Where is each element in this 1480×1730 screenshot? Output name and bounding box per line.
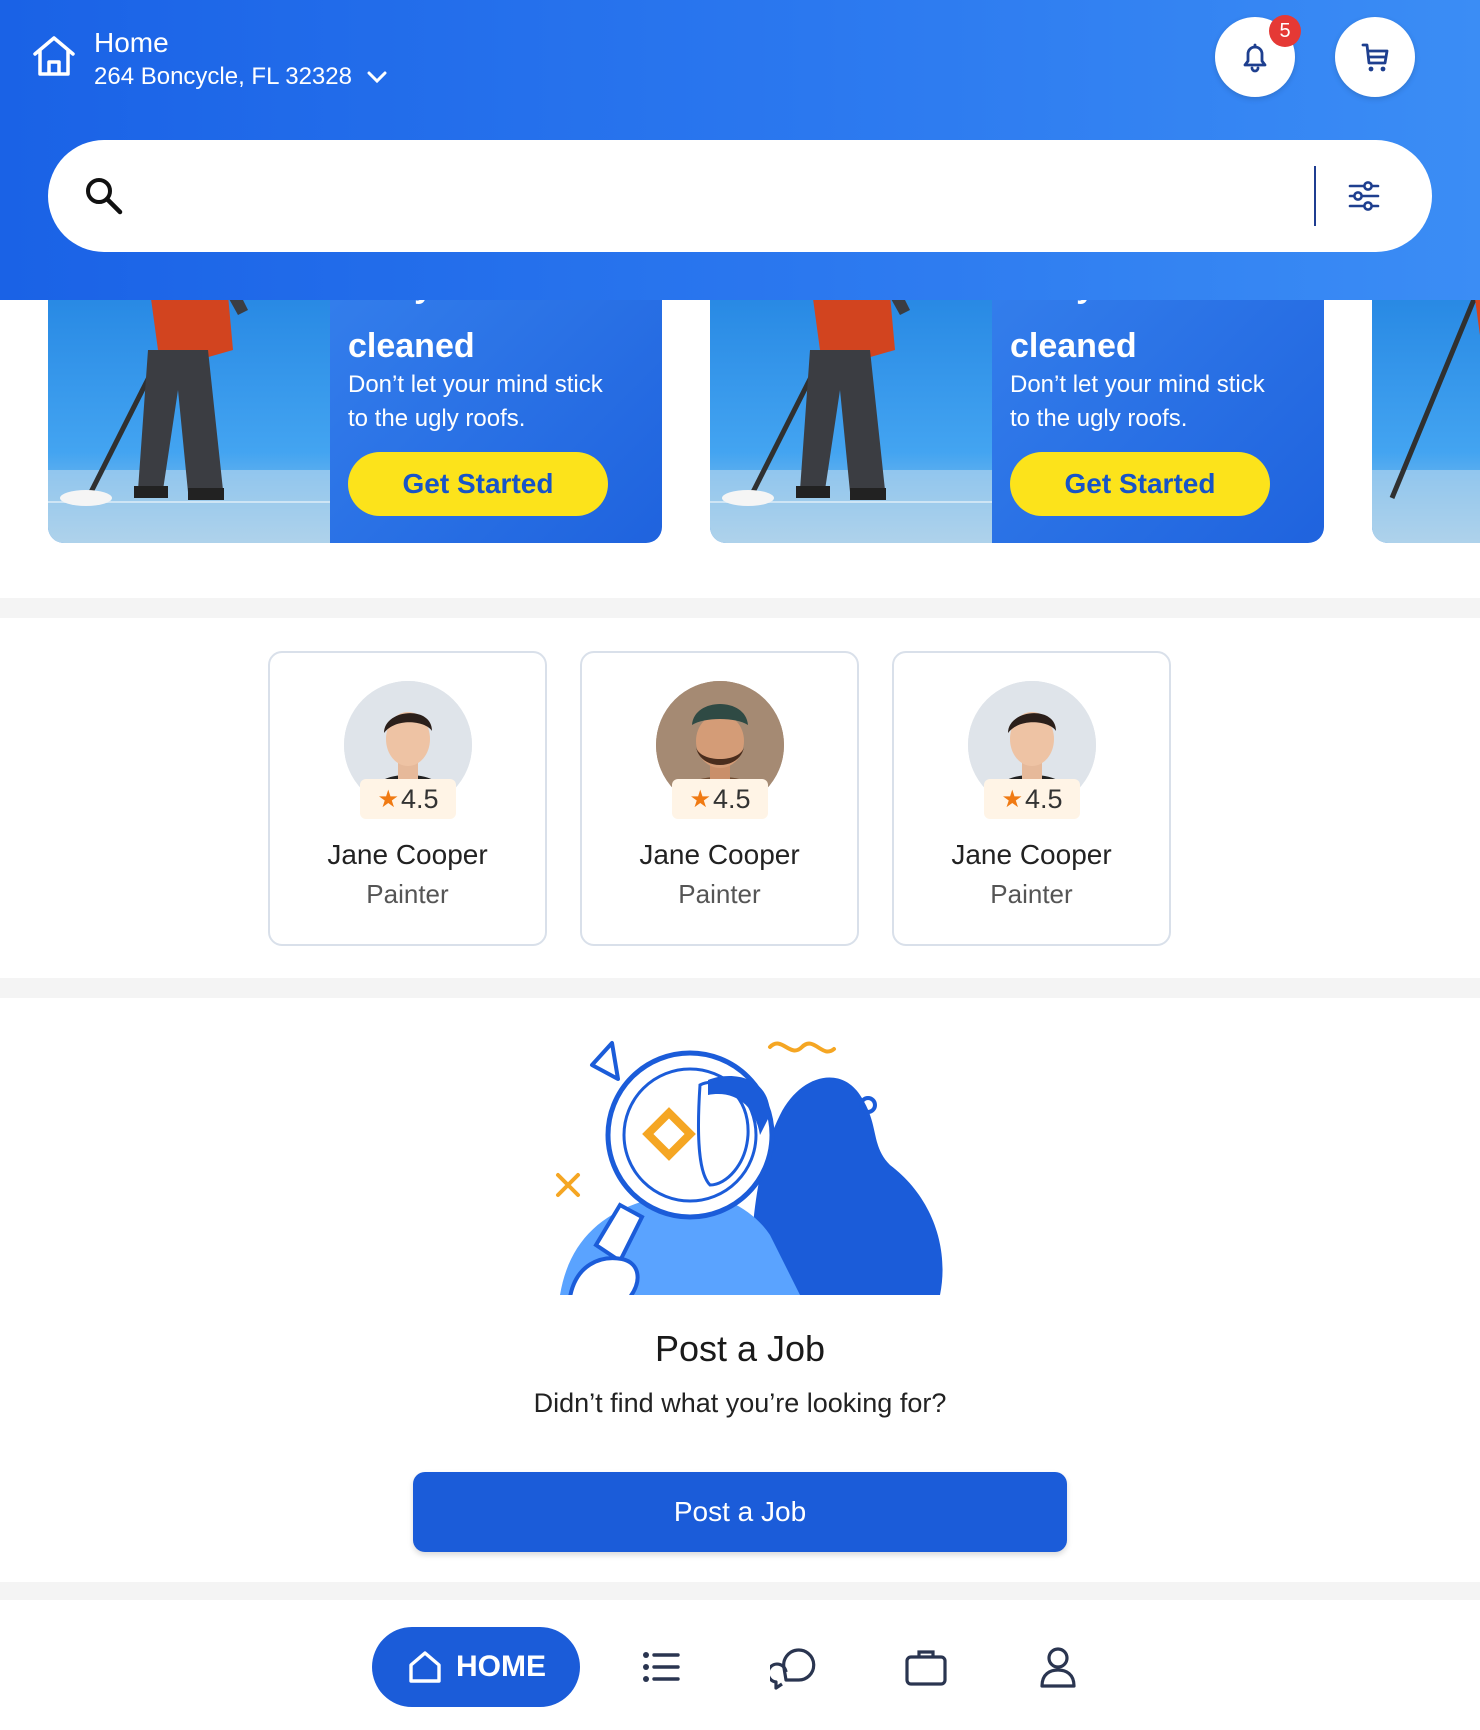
briefcase-icon[interactable]: [903, 1644, 949, 1690]
pro-role: Painter: [366, 879, 449, 909]
post-job-subtitle: Didn’t find what you’re looking for?: [533, 1388, 947, 1418]
star-icon: ★: [377, 785, 399, 813]
search-illustration: [556, 1041, 943, 1295]
home-icon: [409, 1651, 441, 1683]
app-screen: Get your roofs cleaned Don’t let your mi…: [0, 0, 1480, 1730]
section-divider: [0, 598, 1480, 618]
cart-icon: [1361, 43, 1389, 72]
filter-icon[interactable]: [1344, 176, 1384, 216]
star-icon: ★: [689, 785, 711, 813]
chevron-down-icon[interactable]: [366, 66, 388, 88]
post-job-title: Post a Job: [654, 1328, 826, 1369]
bell-icon: [1243, 43, 1267, 73]
search-divider: [1314, 166, 1316, 226]
list-icon[interactable]: [638, 1644, 684, 1690]
notifications-button[interactable]: 5: [1215, 15, 1301, 97]
home-icon: [33, 36, 75, 76]
banner-title: cleaned: [348, 327, 475, 365]
pro-name: Jane Cooper: [327, 839, 488, 870]
location-title: Home: [94, 27, 169, 58]
cart-button[interactable]: [1335, 17, 1415, 97]
pro-card[interactable]: ★ 4.5 Jane Cooper Painter: [580, 651, 859, 946]
pro-role: Painter: [678, 879, 761, 909]
banner-description: Don’t let your mind stick to the ugly ro…: [348, 371, 603, 432]
rating-value: 4.5: [400, 783, 439, 814]
get-started-button[interactable]: Get Started: [1010, 452, 1270, 516]
rating-value: 4.5: [712, 783, 751, 814]
search-icon: [86, 178, 123, 215]
section-divider: [0, 978, 1480, 998]
search-input[interactable]: [146, 166, 1314, 226]
location-selector[interactable]: Home 264 Boncycle, FL 32328: [30, 26, 388, 94]
pro-name: Jane Cooper: [639, 839, 800, 870]
banner-title: cleaned: [1010, 327, 1137, 365]
pro-name: Jane Cooper: [951, 839, 1112, 870]
notification-badge: 5: [1269, 15, 1301, 47]
pro-card[interactable]: ★ 4.5 Jane Cooper Painter: [892, 651, 1171, 946]
rating-badge: ★ 4.5: [672, 779, 768, 819]
app-header: Home 264 Boncycle, FL 32328 5: [0, 0, 1480, 300]
bottom-nav: HOME: [0, 1600, 1480, 1730]
rating-badge: ★ 4.5: [984, 779, 1080, 819]
rating-badge: ★ 4.5: [360, 779, 456, 819]
address-text: 264 Boncycle, FL 32328: [94, 63, 352, 90]
nav-home[interactable]: HOME: [372, 1627, 580, 1707]
section-divider: [0, 1582, 1480, 1602]
post-job-button[interactable]: Post a Job: [413, 1472, 1067, 1552]
rating-value: 4.5: [1024, 783, 1063, 814]
search-bar[interactable]: [48, 140, 1432, 252]
star-icon: ★: [1001, 785, 1023, 813]
chat-icon[interactable]: [770, 1644, 816, 1690]
banner-description: Don’t let your mind stick to the ugly ro…: [1010, 371, 1265, 432]
get-started-button[interactable]: Get Started: [348, 452, 608, 516]
nav-home-label: HOME: [456, 1650, 546, 1683]
pro-role: Painter: [990, 879, 1073, 909]
user-icon[interactable]: [1035, 1644, 1081, 1690]
pro-card[interactable]: ★ 4.5 Jane Cooper Painter: [268, 651, 547, 946]
